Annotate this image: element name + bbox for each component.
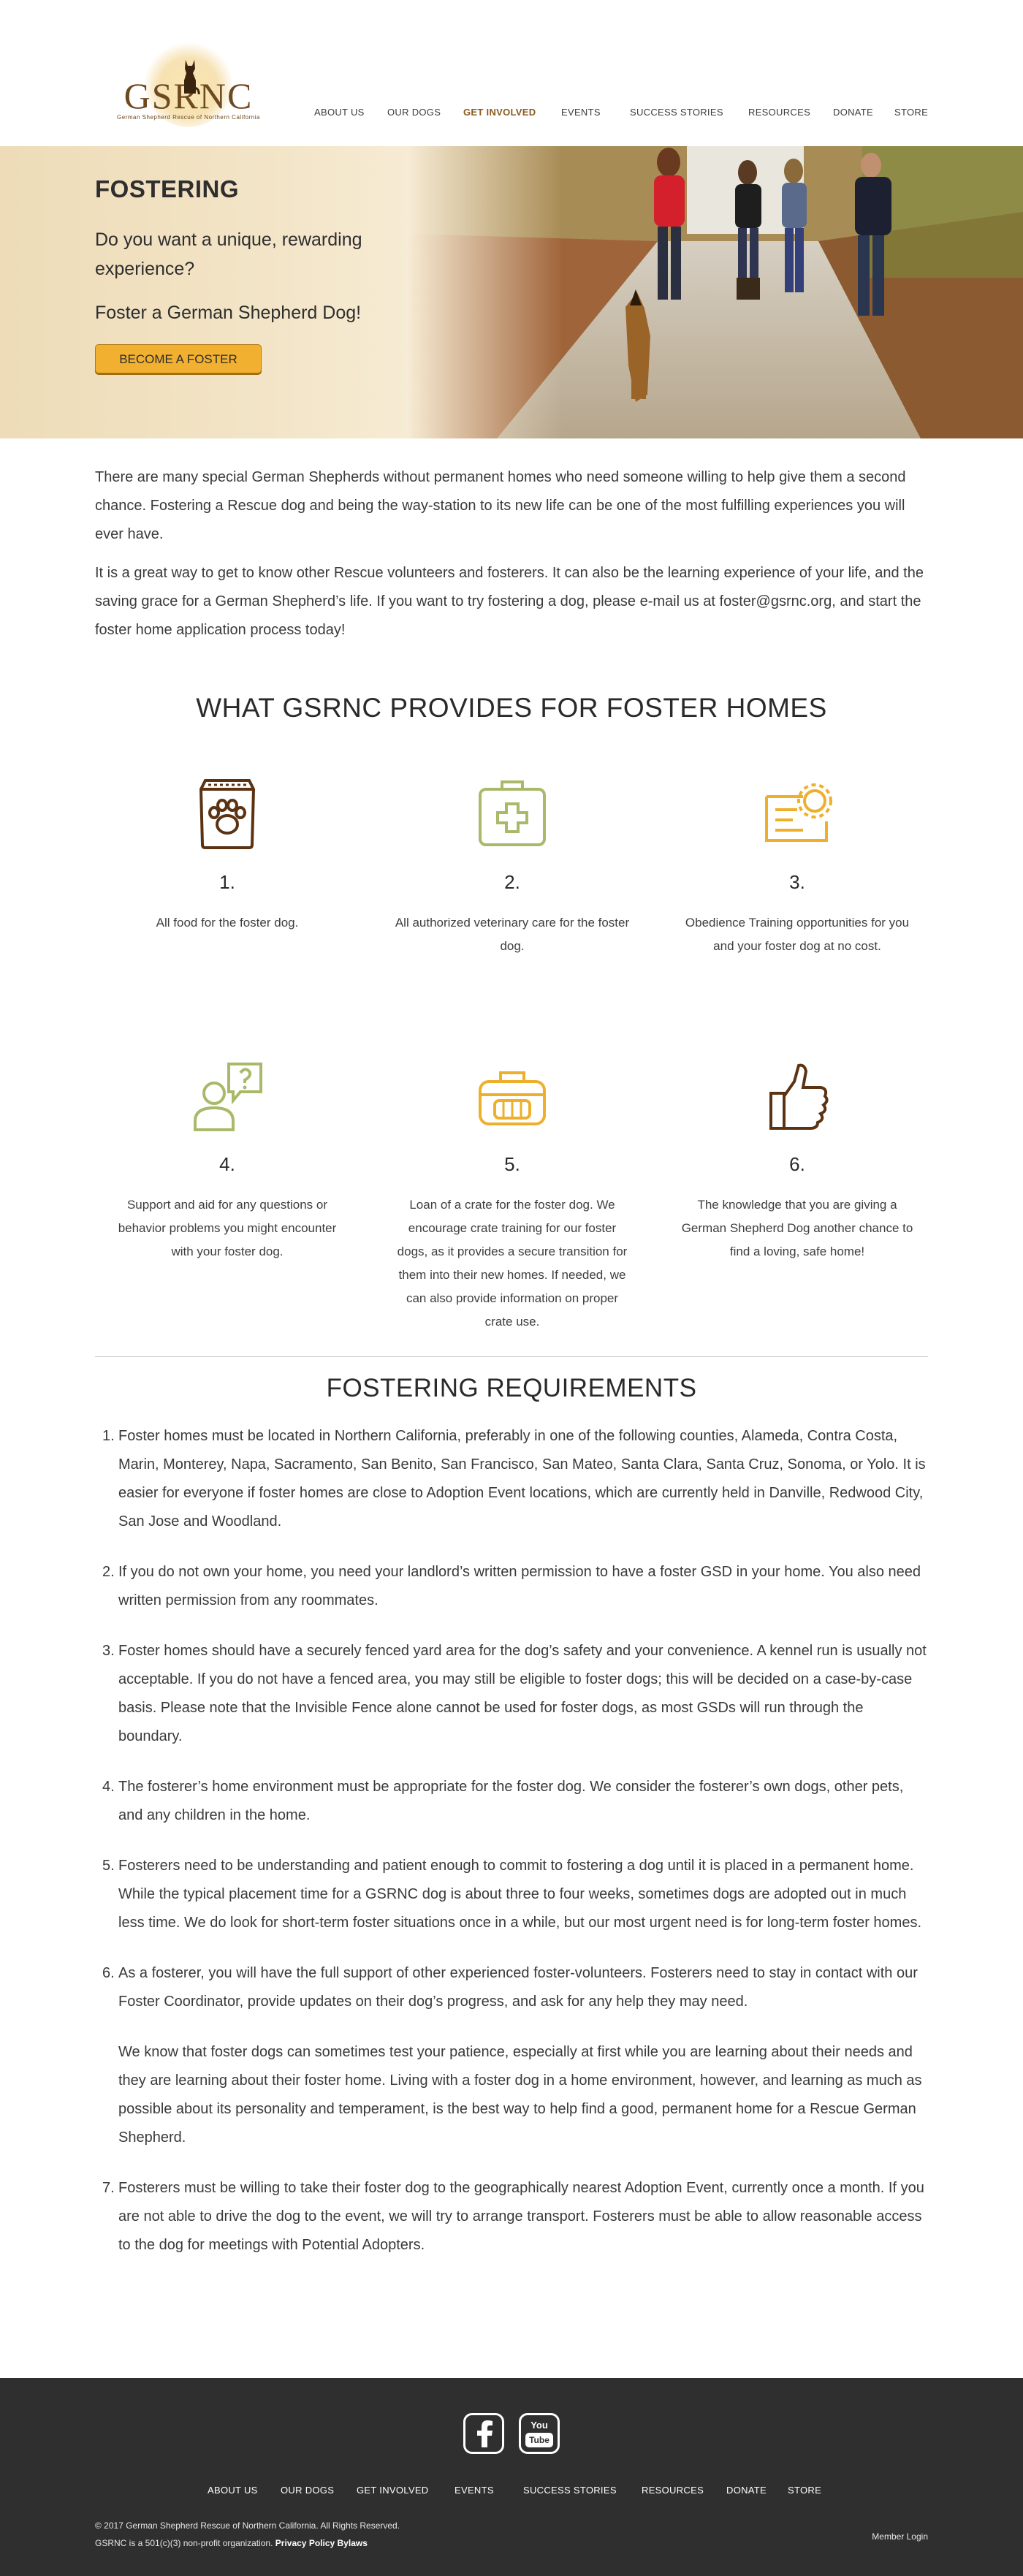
hero-question: Do you want a unique, rewarding experien… xyxy=(95,229,362,279)
requirement-item: 7. Fosterers must be willing to take the… xyxy=(95,2174,928,2260)
become-a-foster-button[interactable]: BECOME A FOSTER xyxy=(95,344,262,373)
nav-resources[interactable]: RESOURCES xyxy=(748,107,810,118)
hero-title: FOSTERING xyxy=(95,175,240,202)
requirement-item: 1. Foster homes must be located in North… xyxy=(95,1422,928,1536)
requirement-number: 3. xyxy=(102,1643,115,1659)
provides-section: WHAT GSRNC PROVIDES FOR FOSTER HOMES 1. … xyxy=(0,655,1023,1374)
nav-success-stories[interactable]: SUCCESS STORIES xyxy=(630,107,723,118)
provides-title: WHAT GSRNC PROVIDES FOR FOSTER HOMES xyxy=(196,693,827,723)
provides-item-1: 1. All food for the foster dog. xyxy=(99,775,355,935)
member-login-link[interactable]: Member Login xyxy=(872,2531,928,2542)
footer-nav-about-us[interactable]: ABOUT US xyxy=(208,2485,258,2496)
nav-donate[interactable]: DONATE xyxy=(833,107,873,118)
site-footer: You Tube ABOUT US OUR DOGS GET INVOLVED … xyxy=(0,2378,1023,2576)
hero-subtitle: Foster a German Shepherd Dog! xyxy=(95,303,362,323)
intro-paragraph-1: There are many special German Shepherds … xyxy=(95,469,906,542)
footer-nav: ABOUT US OUR DOGS GET INVOLVED EVENTS SU… xyxy=(205,2485,821,2499)
requirement-text: Foster homes should have a securely fenc… xyxy=(118,1643,927,1744)
requirement-number: 4. xyxy=(102,1779,115,1795)
provides-item-5: 5. Loan of a crate for the foster dog. W… xyxy=(384,1060,640,1334)
provides-text-4: Support and aid for any questions or beh… xyxy=(118,1198,337,1258)
footer-nav-resources[interactable]: RESOURCES xyxy=(642,2485,704,2496)
nav-our-dogs[interactable]: OUR DOGS xyxy=(387,107,441,118)
footer-nav-store[interactable]: STORE xyxy=(788,2485,821,2496)
provides-number-3: 3. xyxy=(789,871,805,893)
requirement-number: 5. xyxy=(102,1858,115,1874)
youtube-you-text: You xyxy=(530,2420,548,2431)
site-logo[interactable]: GSRNC German Shepherd Rescue of Northern… xyxy=(101,37,276,127)
nav-get-involved[interactable]: GET INVOLVED xyxy=(463,107,536,118)
requirement-number: 7. xyxy=(102,2180,115,2196)
nonprofit-text: GSRNC is a 501(c)(3) non-profit organiza… xyxy=(95,2538,273,2548)
food-bag-icon xyxy=(199,779,256,849)
requirement-text: Fosterers need to be understanding and p… xyxy=(118,1858,922,1931)
section-divider xyxy=(95,1356,928,1357)
footer-nav-our-dogs[interactable]: OUR DOGS xyxy=(281,2485,334,2496)
privacy-policy-link[interactable]: Privacy Policy xyxy=(275,2538,335,2548)
provides-number-2: 2. xyxy=(504,871,520,893)
requirement-text: If you do not own your home, you need yo… xyxy=(118,1564,921,1608)
logo-subtitle: German Shepherd Rescue of Northern Calif… xyxy=(117,114,260,121)
youtube-tube-text: Tube xyxy=(525,2433,553,2447)
footer-nav-get-involved[interactable]: GET INVOLVED xyxy=(357,2485,428,2496)
facebook-icon[interactable] xyxy=(463,2413,504,2454)
requirement-item: 5. Fosterers need to be understanding an… xyxy=(95,1852,928,1937)
requirements-section: FOSTERING REQUIREMENTS 1. Foster homes m… xyxy=(0,1374,1023,2260)
requirement-text: Foster homes must be located in Northern… xyxy=(118,1428,926,1530)
nav-about-us[interactable]: ABOUT US xyxy=(314,107,365,118)
requirement-number: 1. xyxy=(102,1428,115,1444)
provides-number-5: 5. xyxy=(504,1153,520,1175)
youtube-icon[interactable]: You Tube xyxy=(519,2413,560,2454)
provides-number-1: 1. xyxy=(219,871,235,893)
intro-paragraph-2: It is a great way to get to know other R… xyxy=(95,565,924,638)
requirement-number: 6. xyxy=(102,1965,115,1981)
copyright-text: © 2017 German Shepherd Rescue of Norther… xyxy=(95,2520,400,2531)
site-header: GSRNC German Shepherd Rescue of Northern… xyxy=(0,0,1023,146)
nav-store[interactable]: STORE xyxy=(894,107,928,118)
provides-text-6: The knowledge that you are giving a Germ… xyxy=(681,1198,913,1258)
footer-nav-events[interactable]: EVENTS xyxy=(455,2485,494,2496)
nonprofit-line: GSRNC is a 501(c)(3) non-profit organiza… xyxy=(95,2534,400,2552)
requirement-item: 6. As a fosterer, you will have the full… xyxy=(95,1959,928,2152)
requirements-title: FOSTERING REQUIREMENTS xyxy=(326,1374,697,1402)
footer-nav-donate[interactable]: DONATE xyxy=(726,2485,767,2496)
requirement-number: 2. xyxy=(102,1564,115,1580)
requirement-text: As a fosterer, you will have the full su… xyxy=(118,1965,918,2010)
facebook-glyph-icon xyxy=(477,2420,493,2447)
provides-text-5: Loan of a crate for the foster dog. We e… xyxy=(397,1198,628,1329)
provides-text-3: Obedience Training opportunities for you… xyxy=(685,916,910,953)
nav-events[interactable]: EVENTS xyxy=(561,107,601,118)
bylaws-link[interactable]: Bylaws xyxy=(338,2538,368,2548)
provides-text-2: All authorized veterinary care for the f… xyxy=(395,916,630,953)
provides-grid: 1. All food for the foster dog. 2. All a… xyxy=(0,745,1023,1374)
provides-number-4: 4. xyxy=(219,1153,235,1175)
requirement-text: We know that foster dogs can sometimes t… xyxy=(118,2044,922,2146)
footer-nav-success-stories[interactable]: SUCCESS STORIES xyxy=(523,2485,617,2496)
crate-icon xyxy=(479,1071,546,1125)
provides-item-6: 6. The knowledge that you are giving a G… xyxy=(669,1060,925,1264)
support-question-icon xyxy=(194,1063,262,1131)
requirement-text: Fosterers must be willing to take their … xyxy=(118,2180,924,2253)
main-nav: ABOUT US OUR DOGS GET INVOLVED EVENTS SU… xyxy=(307,107,928,121)
hero-banner: FOSTERING Do you want a unique, rewardin… xyxy=(0,146,1023,438)
intro-section: There are many special German Shepherds … xyxy=(0,438,1023,645)
social-links: You Tube xyxy=(460,2413,563,2457)
footer-copyright: © 2017 German Shepherd Rescue of Norther… xyxy=(95,2517,400,2552)
requirement-text: The fosterer’s home environment must be … xyxy=(118,1779,904,1823)
provides-item-4: 4. Support and aid for any questions or … xyxy=(99,1060,355,1264)
provides-number-6: 6. xyxy=(789,1153,805,1175)
requirement-item: 4. The fosterer’s home environment must … xyxy=(95,1773,928,1830)
german-shepherd-icon xyxy=(184,60,200,95)
requirement-item: 3. Foster homes should have a securely f… xyxy=(95,1637,928,1751)
provides-item-3: 3. Obedience Training opportunities for … xyxy=(669,775,925,958)
requirement-item: 2. If you do not own your home, you need… xyxy=(95,1558,928,1615)
first-aid-kit-icon xyxy=(479,780,546,846)
hero-photo xyxy=(409,146,1023,438)
provides-item-2: 2. All authorized veterinary care for th… xyxy=(384,775,640,958)
thumbs-up-icon xyxy=(769,1063,829,1130)
provides-text-1: All food for the foster dog. xyxy=(156,916,299,930)
hero-content: FOSTERING Do you want a unique, rewardin… xyxy=(95,175,431,373)
certificate-icon xyxy=(765,783,832,842)
